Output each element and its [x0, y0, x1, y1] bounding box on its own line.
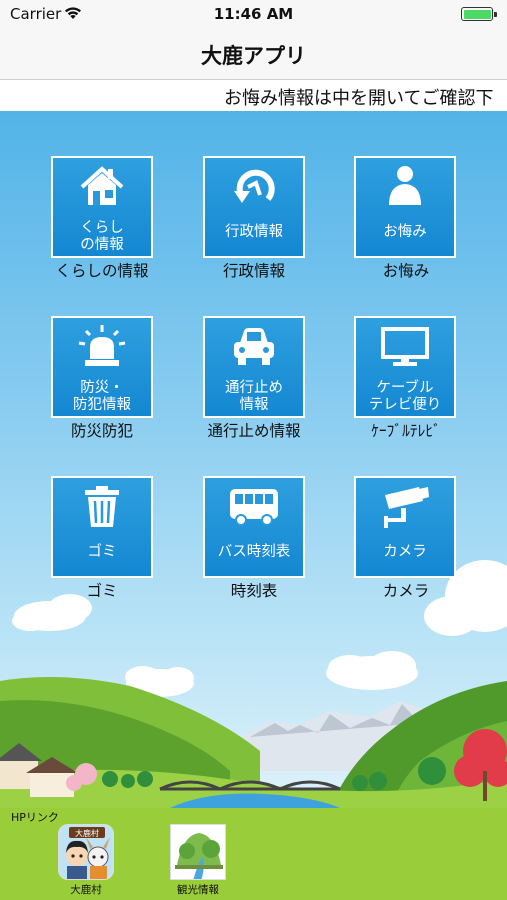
caption-bus-timetable: 時刻表	[230, 582, 278, 600]
status-bar: Carrier 11:46 AM	[0, 0, 507, 28]
tile-living-info[interactable]: くらし の情報	[51, 156, 153, 258]
tile-label: ゴミ	[87, 544, 117, 560]
caption-disaster-prevention: 防災防犯	[70, 422, 133, 440]
tile-label: お悔み	[383, 224, 427, 240]
page-title: 大鹿アプリ	[201, 44, 306, 68]
main-menu-area: くらし の情報 くらしの情報 行政情報 行政情報 お悔み お悔み 防災・ 防犯情…	[0, 111, 507, 808]
tile-camera[interactable]: カメラ	[354, 476, 456, 578]
hp-links-footer: HPリンク 大鹿村 大鹿村 観光情報	[0, 808, 507, 900]
caption-living-info: くらしの情報	[55, 262, 149, 280]
landscape-icon	[170, 824, 226, 880]
tile-government-info[interactable]: 行政情報	[203, 156, 305, 258]
link-tourism-info[interactable]: 観光情報	[160, 824, 236, 897]
tv-icon	[381, 327, 429, 366]
link-label: 大鹿村	[70, 884, 102, 896]
news-ticker[interactable]: お悔み情報は中を開いてご確認下	[0, 80, 507, 111]
tile-label: ケーブル テレビ便り	[368, 380, 442, 413]
tile-label: 防災・ 防犯情報	[73, 380, 131, 413]
link-label: 観光情報	[177, 884, 219, 896]
circular-arrow-icon	[234, 169, 275, 203]
tile-label: カメラ	[383, 544, 427, 560]
caption-camera: カメラ	[382, 582, 430, 600]
tile-bus-timetable[interactable]: バス時刻表	[203, 476, 305, 578]
house-icon	[80, 166, 124, 205]
tile-label: くらし の情報	[80, 220, 124, 253]
caption-road-closure: 通行止め情報	[207, 422, 301, 440]
bus-icon	[230, 489, 278, 526]
tile-label: 行政情報	[225, 224, 283, 240]
tile-garbage[interactable]: ゴミ	[51, 476, 153, 578]
tile-road-closure[interactable]: 通行止め 情報	[203, 316, 305, 418]
camera-icon	[384, 487, 429, 528]
caption-cable-tv: ｹｰﾌﾞﾙﾃﾚﾋﾞ	[371, 422, 441, 440]
navigation-bar: 大鹿アプリ	[0, 28, 507, 80]
link-oshika-village[interactable]: 大鹿村 大鹿村	[48, 824, 124, 897]
tile-label: 通行止め 情報	[225, 380, 283, 413]
tile-disaster-prevention[interactable]: 防災・ 防犯情報	[51, 316, 153, 418]
tile-condolences[interactable]: お悔み	[354, 156, 456, 258]
hp-links-heading: HPリンク	[11, 811, 59, 824]
person-icon	[389, 166, 421, 205]
caption-garbage: ゴミ	[86, 582, 118, 600]
village-mascot-icon: 大鹿村	[58, 824, 114, 880]
svg-text:大鹿村: 大鹿村	[75, 828, 99, 838]
siren-icon	[78, 325, 126, 366]
tile-cable-tv[interactable]: ケーブル テレビ便り	[354, 316, 456, 418]
caption-government-info: 行政情報	[222, 262, 285, 280]
car-icon	[234, 328, 274, 365]
trash-can-icon	[85, 486, 119, 527]
battery-icon	[461, 7, 497, 21]
caption-condolences: お悔み	[382, 262, 430, 280]
clock: 11:46 AM	[213, 5, 294, 23]
ticker-text: お悔み情報は中を開いてご確認下	[224, 88, 494, 109]
tile-label: バス時刻表	[217, 544, 291, 560]
